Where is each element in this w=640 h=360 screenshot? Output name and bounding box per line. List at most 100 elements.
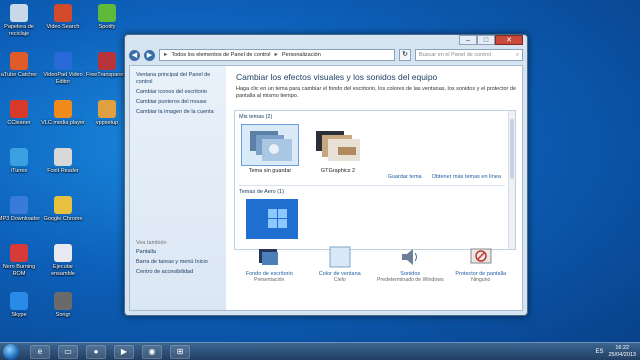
desktop-icon[interactable]: Nero Burning ROM	[0, 244, 41, 277]
taskbar-ie-icon[interactable]: e	[30, 345, 50, 359]
theme-gtgraphics-2[interactable]: GTGraphics 2	[307, 125, 369, 174]
desktop-icon-label: Video Search	[46, 24, 80, 30]
language-indicator[interactable]: ES	[595, 349, 603, 355]
get-more-themes-link[interactable]: Obtener más temas en línea	[432, 174, 501, 180]
maximize-button[interactable]: □	[477, 35, 495, 45]
link-taskbar-start-menu[interactable]: Barra de tareas y menú Inicio	[136, 259, 220, 266]
desktop-icon[interactable]: FreeTransparenc	[85, 52, 129, 79]
app-icon	[54, 148, 72, 166]
left-pane: Ventana principal del Panel de control C…	[130, 66, 226, 310]
desktop-icon[interactable]: Songr	[41, 292, 85, 319]
desktop-icon-label: MP3 Downloader	[0, 216, 41, 222]
desktop-icon-label: iTunes	[10, 168, 28, 174]
sounds-setting[interactable]: Sonidos Predeterminado de Windows	[375, 246, 445, 306]
search-input[interactable]: Buscar en el Panel de control ⌕	[415, 49, 523, 61]
address-bar: ◀ ▶ ► Todos los elementos de Panel de co…	[129, 48, 523, 62]
desktop-background-value: Presentación	[254, 277, 285, 283]
app-icon	[54, 4, 72, 22]
desktop-icon[interactable]: VLC media player	[41, 100, 85, 127]
search-icon[interactable]: ⌕	[516, 50, 519, 60]
link-change-mouse-pointers[interactable]: Cambiar punteros del mouse	[136, 99, 220, 106]
app-icon	[98, 52, 116, 70]
taskbar-control-panel-icon[interactable]: ⊞	[170, 345, 190, 359]
theme-aero[interactable]	[239, 199, 301, 242]
desktop-icon-label: Foxit Reader	[47, 168, 79, 174]
back-icon[interactable]: ◀	[129, 49, 140, 61]
app-icon	[54, 52, 72, 70]
desktop-icon[interactable]: aTube Catcher	[0, 52, 41, 79]
desktop-icon[interactable]: vppsetup	[85, 100, 129, 127]
desktop-icon-label: aTube Catcher	[0, 72, 38, 78]
desktop-icon[interactable]: MP3 Downloader	[0, 196, 41, 223]
desktop-icon[interactable]: Google Chrome	[41, 196, 85, 223]
app-icon	[54, 196, 72, 214]
desktop-icon-label: FreeTransparenc	[86, 72, 128, 78]
desktop-icon-label: CCleaner	[7, 120, 31, 126]
link-change-desktop-icons[interactable]: Cambiar iconos del escritorio	[136, 89, 220, 96]
see-also-heading: Vea también	[136, 240, 167, 246]
taskbar-explorer-icon[interactable]: ▭	[58, 345, 78, 359]
desktop-icon[interactable]: Papelera de reciclaje	[0, 4, 41, 37]
desktop-icon[interactable]: Spotify	[85, 4, 129, 31]
my-themes-label: Mis temas (2)	[239, 114, 273, 120]
breadcrumb-separator: ►	[273, 52, 279, 58]
desktop-icon[interactable]: iTunes	[0, 148, 41, 175]
breadcrumb[interactable]: ► Todos los elementos de Panel de contro…	[159, 49, 395, 61]
app-icon	[10, 196, 28, 214]
desktop-icon-label: Nero Burning ROM	[2, 264, 36, 277]
window-color-setting[interactable]: Color de ventana Cielo	[305, 246, 375, 306]
app-icon	[98, 100, 116, 118]
desktop-background-setting[interactable]: Fondo de escritorio Presentación	[234, 246, 304, 306]
screensaver-icon	[470, 246, 492, 268]
link-ease-of-access[interactable]: Centro de accesibilidad	[136, 269, 220, 276]
taskbar-app-icon[interactable]: ◉	[142, 345, 162, 359]
desktop-icon[interactable]: Video Search	[41, 4, 85, 31]
desktop-icon-label: Google Chrome	[43, 216, 83, 222]
save-theme-link[interactable]: Guardar tema	[388, 174, 422, 180]
breadcrumb-separator: ►	[163, 52, 169, 58]
screensaver-value: Ninguno	[471, 277, 491, 283]
desktop-icon[interactable]: Foxit Reader	[41, 148, 85, 175]
link-display[interactable]: Pantalla	[136, 249, 220, 256]
breadcrumb-item-all-control-panel[interactable]: Todos los elementos de Panel de control	[171, 52, 270, 58]
refresh-icon[interactable]: ↻	[399, 49, 411, 61]
screensaver-setting[interactable]: Protector de pantalla Ninguno	[446, 246, 516, 306]
app-icon	[10, 4, 28, 22]
desktop-icon[interactable]: Skype	[0, 292, 41, 319]
personalization-settings: Fondo de escritorio Presentación Color d…	[234, 246, 516, 306]
forward-icon[interactable]: ▶	[144, 49, 155, 61]
clock-date: 25/04/2013	[608, 352, 636, 358]
theme-gtgraphics-2-name: GTGraphics 2	[320, 168, 356, 174]
themes-scrollbar[interactable]	[508, 111, 515, 249]
clock[interactable]: 16:22 25/04/2013	[608, 345, 636, 359]
desktop-icon-label: Skype	[11, 312, 27, 318]
clock-time: 16:22	[615, 345, 630, 351]
breadcrumb-item-personalization[interactable]: Personalización	[282, 52, 321, 58]
desktop-icon[interactable]: VideoPad Video Editor	[41, 52, 85, 85]
theme-unsaved[interactable]: Tema sin guardar	[239, 124, 301, 174]
start-button[interactable]	[3, 344, 19, 360]
desktop-icon-label: vppsetup	[95, 120, 119, 126]
desktop-icon-label: VLC media player	[41, 120, 85, 126]
theme-links: Guardar tema Obtener más temas en línea	[388, 174, 501, 180]
desktop-icon[interactable]: CCleaner	[0, 100, 41, 127]
app-icon	[10, 100, 28, 118]
theme-aero-thumbnail	[242, 199, 298, 239]
page-title: Cambiar los efectos visuales y los sonid…	[236, 72, 438, 82]
taskbar-chrome-icon[interactable]: ●	[86, 345, 106, 359]
taskbar-media-icon[interactable]: ▶	[114, 345, 134, 359]
minimize-button[interactable]: –	[459, 35, 477, 45]
desktop-icon-label: VideoPad Video Editor	[43, 72, 83, 85]
main-pane: Cambiar los efectos visuales y los sonid…	[226, 66, 522, 310]
system-tray: ES 16:22 25/04/2013	[595, 344, 636, 360]
close-button[interactable]: ✕	[495, 35, 523, 45]
window-color-value: Cielo	[333, 277, 346, 283]
desktop-icon[interactable]: Ejecutar ensamble	[41, 244, 85, 277]
link-control-panel-home[interactable]: Ventana principal del Panel de control	[136, 72, 220, 86]
sounds-value: Predeterminado de Windows	[376, 277, 444, 283]
taskbar: e ▭ ● ▶ ◉ ⊞ ES 16:22 25/04/2013	[0, 342, 640, 360]
scrollbar-thumb[interactable]	[510, 119, 514, 179]
window-content: Ventana principal del Panel de control C…	[129, 65, 523, 311]
window-color-icon	[329, 246, 351, 268]
link-change-account-picture[interactable]: Cambiar la imagen de la cuenta	[136, 109, 220, 116]
